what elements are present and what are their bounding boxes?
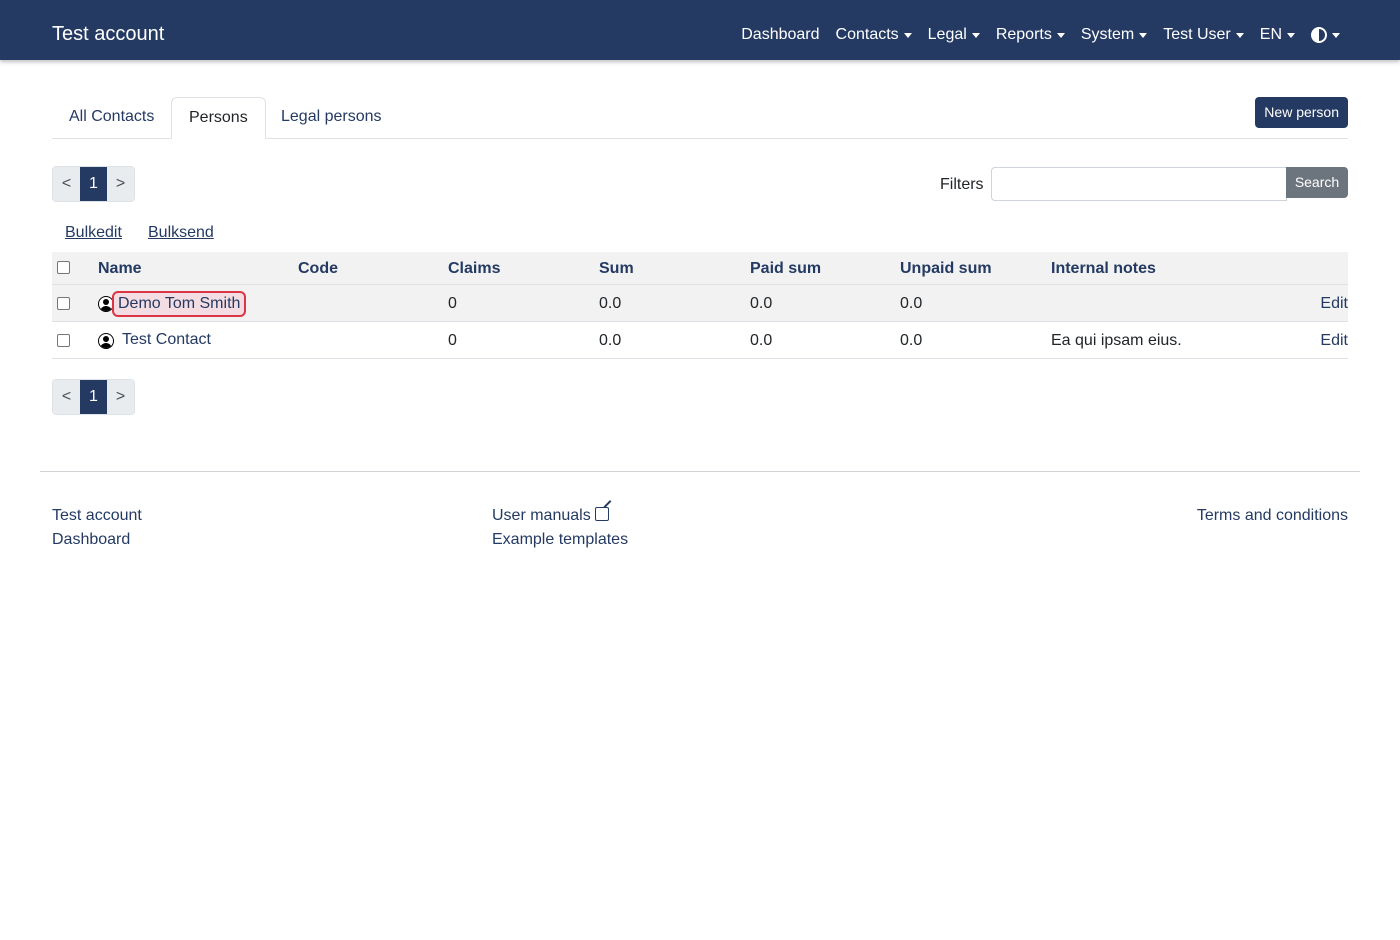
contact-tabs: All Contacts Persons Legal persons bbox=[52, 97, 1348, 139]
column-header-claims[interactable]: Claims bbox=[448, 260, 500, 278]
nav-language-dropdown[interactable]: EN bbox=[1260, 24, 1295, 46]
cell-unpaid-sum: 0.0 bbox=[900, 332, 923, 349]
pagination-top: < 1 > bbox=[52, 166, 135, 202]
caret-down-icon bbox=[1235, 32, 1244, 38]
cell-unpaid-sum: 0.0 bbox=[900, 295, 923, 312]
search-button[interactable]: Search bbox=[1286, 167, 1348, 198]
contrast-icon bbox=[1311, 27, 1327, 43]
footer-link-label: User manuals bbox=[492, 507, 591, 524]
page-1-button[interactable]: 1 bbox=[80, 167, 107, 201]
next-page-button[interactable]: > bbox=[107, 167, 134, 201]
contact-name-link[interactable]: Test Contact bbox=[118, 329, 215, 351]
column-header-unpaid-sum[interactable]: Unpaid sum bbox=[900, 260, 992, 278]
row-checkbox[interactable] bbox=[57, 334, 70, 347]
edit-link[interactable]: Edit bbox=[1320, 332, 1348, 350]
column-header-name[interactable]: Name bbox=[98, 260, 142, 278]
cell-internal-notes: Ea qui ipsam eius. bbox=[1051, 332, 1182, 349]
row-checkbox[interactable] bbox=[57, 297, 70, 310]
nav-theme-dropdown[interactable] bbox=[1311, 27, 1340, 43]
prev-page-button[interactable]: < bbox=[53, 167, 80, 201]
persons-table: Name Code Claims Sum Paid sum Unpaid sum… bbox=[52, 252, 1348, 359]
caret-down-icon bbox=[903, 32, 912, 38]
tab-persons[interactable]: Persons bbox=[171, 97, 266, 139]
nav-legal-dropdown[interactable]: Legal bbox=[928, 24, 980, 46]
select-all-checkbox[interactable] bbox=[57, 261, 70, 274]
bulksend-link[interactable]: Bulksend bbox=[148, 224, 214, 242]
cell-sum: 0.0 bbox=[599, 332, 622, 349]
footer-link-example-templates[interactable]: Example templates bbox=[492, 531, 628, 549]
filters-label: Filters bbox=[940, 176, 984, 193]
footer-divider bbox=[40, 471, 1360, 472]
footer-link-test-account[interactable]: Test account bbox=[52, 507, 142, 525]
pagination-bottom: < 1 > bbox=[52, 379, 135, 415]
footer-link-dashboard[interactable]: Dashboard bbox=[52, 531, 130, 549]
cell-paid-sum: 0.0 bbox=[750, 295, 773, 312]
prev-page-button[interactable]: < bbox=[53, 380, 80, 414]
table-row: Demo Tom Smith 0 0.0 0.0 0.0 Edit bbox=[52, 285, 1348, 322]
nav-user-dropdown[interactable]: Test User bbox=[1163, 24, 1244, 46]
edit-link[interactable]: Edit bbox=[1320, 295, 1348, 313]
column-header-paid-sum[interactable]: Paid sum bbox=[750, 260, 821, 278]
nav-menu: Dashboard Contacts Legal Reports System … bbox=[741, 24, 1340, 46]
caret-down-icon bbox=[1056, 32, 1065, 38]
tab-legal-persons[interactable]: Legal persons bbox=[264, 97, 399, 139]
brand-title[interactable]: Test account bbox=[52, 22, 164, 46]
top-navbar: Test account Dashboard Contacts Legal Re… bbox=[0, 0, 1400, 60]
caret-down-icon bbox=[1332, 32, 1340, 38]
cell-paid-sum: 0.0 bbox=[750, 332, 773, 349]
next-page-button[interactable]: > bbox=[107, 380, 134, 414]
filters-input[interactable] bbox=[991, 167, 1287, 201]
new-person-button[interactable]: New person bbox=[1255, 97, 1348, 128]
nav-contacts-dropdown[interactable]: Contacts bbox=[836, 24, 912, 46]
nav-system-dropdown[interactable]: System bbox=[1081, 24, 1148, 46]
cell-claims: 0 bbox=[448, 332, 457, 349]
bulkedit-link[interactable]: Bulkedit bbox=[65, 224, 122, 242]
column-header-code[interactable]: Code bbox=[298, 260, 338, 278]
caret-down-icon bbox=[1139, 32, 1148, 38]
nav-reports-dropdown[interactable]: Reports bbox=[996, 24, 1065, 46]
column-header-sum[interactable]: Sum bbox=[599, 260, 634, 278]
contact-name-link[interactable]: Demo Tom Smith bbox=[112, 291, 247, 317]
person-icon bbox=[98, 333, 114, 349]
tab-all-contacts[interactable]: All Contacts bbox=[52, 97, 171, 139]
cell-sum: 0.0 bbox=[599, 295, 622, 312]
column-header-internal-notes[interactable]: Internal notes bbox=[1051, 260, 1156, 278]
page-1-button[interactable]: 1 bbox=[80, 380, 107, 414]
cell-claims: 0 bbox=[448, 295, 457, 312]
nav-dashboard[interactable]: Dashboard bbox=[741, 24, 819, 46]
caret-down-icon bbox=[971, 32, 980, 38]
caret-down-icon bbox=[1287, 32, 1295, 38]
external-link-icon bbox=[594, 507, 609, 521]
table-header: Name Code Claims Sum Paid sum Unpaid sum… bbox=[52, 252, 1348, 285]
table-row: Test Contact 0 0.0 0.0 0.0 Ea qui ipsam … bbox=[52, 322, 1348, 359]
footer-link-user-manuals[interactable]: User manuals bbox=[492, 507, 609, 525]
footer-link-terms[interactable]: Terms and conditions bbox=[1197, 507, 1348, 525]
